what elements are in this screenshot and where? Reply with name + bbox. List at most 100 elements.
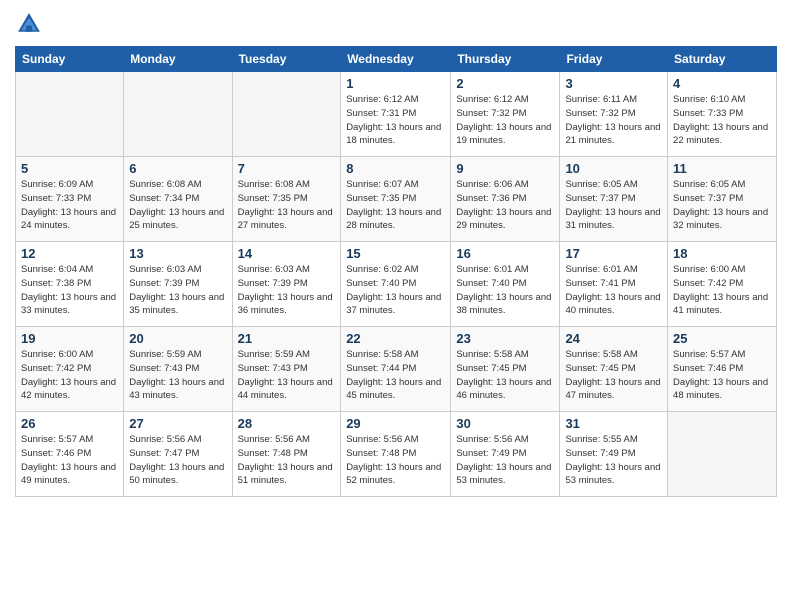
calendar-cell: 28 Sunrise: 5:56 AM Sunset: 7:48 PM Dayli… [232,412,341,497]
calendar-cell: 30Sunrise: 5:56 AM Sunset: 7:49 PM Dayli… [451,412,560,497]
calendar-cell: 2 Sunrise: 6:12 AM Sunset: 7:32 PM Daylig… [451,72,560,157]
calendar-cell: 25 Sunrise: 5:57 AM Sunset: 7:46 PM Dayli… [668,327,777,412]
col-header-sunday: Sunday [16,47,124,72]
col-header-tuesday: Tuesday [232,47,341,72]
day-info: Sunrise: 5:59 AM Sunset: 7:43 PM Dayligh… [129,348,226,403]
logo [15,10,47,38]
day-info: Sunrise: 5:56 AM Sunset: 7:48 PM Dayligh… [346,433,445,488]
calendar-cell: 24 Sunrise: 5:58 AM Sunset: 7:45 PM Dayli… [560,327,668,412]
day-info: Sunrise: 5:56 AM Sunset: 7:49 PM Dayligh… [456,433,554,488]
calendar-week-row: 26 Sunrise: 5:57 AM Sunset: 7:46 PM Dayli… [16,412,777,497]
calendar-header-row: SundayMondayTuesdayWednesdayThursdayFrid… [16,47,777,72]
day-info: Sunrise: 6:09 AM Sunset: 7:33 PM Dayligh… [21,178,118,233]
day-number: 7 [238,161,336,176]
day-number: 22 [346,331,445,346]
calendar-cell: 18 Sunrise: 6:00 AM Sunset: 7:42 PM Dayli… [668,242,777,327]
col-header-saturday: Saturday [668,47,777,72]
calendar-cell: 31Sunrise: 5:55 AM Sunset: 7:49 PM Dayli… [560,412,668,497]
day-number: 26 [21,416,118,431]
calendar-week-row: 12 Sunrise: 6:04 AM Sunset: 7:38 PM Dayli… [16,242,777,327]
col-header-friday: Friday [560,47,668,72]
calendar-cell: 27Sunrise: 5:56 AM Sunset: 7:47 PM Dayli… [124,412,232,497]
day-info: Sunrise: 6:00 AM Sunset: 7:42 PM Dayligh… [21,348,118,403]
day-number: 28 [238,416,336,431]
calendar-cell: 10Sunrise: 6:05 AM Sunset: 7:37 PM Dayli… [560,157,668,242]
day-info: Sunrise: 6:04 AM Sunset: 7:38 PM Dayligh… [21,263,118,318]
calendar-cell: 5 Sunrise: 6:09 AM Sunset: 7:33 PM Daylig… [16,157,124,242]
calendar-cell: 1Sunrise: 6:12 AM Sunset: 7:31 PM Daylig… [341,72,451,157]
page-header [15,10,777,38]
day-number: 9 [456,161,554,176]
day-number: 19 [21,331,118,346]
col-header-thursday: Thursday [451,47,560,72]
day-number: 12 [21,246,118,261]
day-info: Sunrise: 6:08 AM Sunset: 7:35 PM Dayligh… [238,178,336,233]
day-number: 31 [565,416,662,431]
calendar-cell: 4Sunrise: 6:10 AM Sunset: 7:33 PM Daylig… [668,72,777,157]
day-number: 11 [673,161,771,176]
calendar-cell: 26 Sunrise: 5:57 AM Sunset: 7:46 PM Dayli… [16,412,124,497]
calendar-week-row: 5 Sunrise: 6:09 AM Sunset: 7:33 PM Daylig… [16,157,777,242]
calendar-week-row: 1Sunrise: 6:12 AM Sunset: 7:31 PM Daylig… [16,72,777,157]
calendar-cell: 7 Sunrise: 6:08 AM Sunset: 7:35 PM Daylig… [232,157,341,242]
day-info: Sunrise: 5:58 AM Sunset: 7:45 PM Dayligh… [565,348,662,403]
day-number: 20 [129,331,226,346]
day-info: Sunrise: 5:58 AM Sunset: 7:45 PM Dayligh… [456,348,554,403]
calendar-cell: 9 Sunrise: 6:06 AM Sunset: 7:36 PM Daylig… [451,157,560,242]
day-number: 21 [238,331,336,346]
calendar-cell: 22 Sunrise: 5:58 AM Sunset: 7:44 PM Dayli… [341,327,451,412]
calendar-cell: 14Sunrise: 6:03 AM Sunset: 7:39 PM Dayli… [232,242,341,327]
day-number: 2 [456,76,554,91]
day-info: Sunrise: 6:01 AM Sunset: 7:41 PM Dayligh… [565,263,662,318]
day-info: Sunrise: 5:56 AM Sunset: 7:47 PM Dayligh… [129,433,226,488]
calendar-cell: 3 Sunrise: 6:11 AM Sunset: 7:32 PM Daylig… [560,72,668,157]
day-number: 5 [21,161,118,176]
col-header-monday: Monday [124,47,232,72]
day-info: Sunrise: 6:01 AM Sunset: 7:40 PM Dayligh… [456,263,554,318]
day-info: Sunrise: 6:12 AM Sunset: 7:32 PM Dayligh… [456,93,554,148]
day-info: Sunrise: 6:11 AM Sunset: 7:32 PM Dayligh… [565,93,662,148]
calendar-cell: 21Sunrise: 5:59 AM Sunset: 7:43 PM Dayli… [232,327,341,412]
calendar-cell [668,412,777,497]
calendar-cell: 15Sunrise: 6:02 AM Sunset: 7:40 PM Dayli… [341,242,451,327]
calendar-cell: 19 Sunrise: 6:00 AM Sunset: 7:42 PM Dayli… [16,327,124,412]
day-number: 13 [129,246,226,261]
day-info: Sunrise: 6:05 AM Sunset: 7:37 PM Dayligh… [673,178,771,233]
day-info: Sunrise: 6:10 AM Sunset: 7:33 PM Dayligh… [673,93,771,148]
calendar-cell: 13Sunrise: 6:03 AM Sunset: 7:39 PM Dayli… [124,242,232,327]
day-info: Sunrise: 5:56 AM Sunset: 7:48 PM Dayligh… [238,433,336,488]
calendar-week-row: 19 Sunrise: 6:00 AM Sunset: 7:42 PM Dayli… [16,327,777,412]
day-number: 16 [456,246,554,261]
calendar-cell [124,72,232,157]
calendar-cell: 16 Sunrise: 6:01 AM Sunset: 7:40 PM Dayli… [451,242,560,327]
col-header-wednesday: Wednesday [341,47,451,72]
day-number: 25 [673,331,771,346]
day-number: 6 [129,161,226,176]
day-number: 29 [346,416,445,431]
logo-icon [15,10,43,38]
day-number: 17 [565,246,662,261]
day-number: 1 [346,76,445,91]
day-number: 8 [346,161,445,176]
calendar-cell: 8 Sunrise: 6:07 AM Sunset: 7:35 PM Daylig… [341,157,451,242]
day-number: 14 [238,246,336,261]
calendar-cell [16,72,124,157]
calendar-cell: 12 Sunrise: 6:04 AM Sunset: 7:38 PM Dayli… [16,242,124,327]
day-number: 3 [565,76,662,91]
day-number: 15 [346,246,445,261]
day-info: Sunrise: 6:05 AM Sunset: 7:37 PM Dayligh… [565,178,662,233]
day-info: Sunrise: 5:58 AM Sunset: 7:44 PM Dayligh… [346,348,445,403]
day-info: Sunrise: 5:57 AM Sunset: 7:46 PM Dayligh… [21,433,118,488]
day-info: Sunrise: 6:00 AM Sunset: 7:42 PM Dayligh… [673,263,771,318]
day-number: 18 [673,246,771,261]
day-info: Sunrise: 6:06 AM Sunset: 7:36 PM Dayligh… [456,178,554,233]
day-number: 23 [456,331,554,346]
day-info: Sunrise: 5:57 AM Sunset: 7:46 PM Dayligh… [673,348,771,403]
day-info: Sunrise: 6:08 AM Sunset: 7:34 PM Dayligh… [129,178,226,233]
calendar-cell: 23 Sunrise: 5:58 AM Sunset: 7:45 PM Dayli… [451,327,560,412]
calendar-cell: 29 Sunrise: 5:56 AM Sunset: 7:48 PM Dayli… [341,412,451,497]
day-number: 24 [565,331,662,346]
day-info: Sunrise: 6:07 AM Sunset: 7:35 PM Dayligh… [346,178,445,233]
calendar-cell: 11 Sunrise: 6:05 AM Sunset: 7:37 PM Dayli… [668,157,777,242]
calendar-cell: 17 Sunrise: 6:01 AM Sunset: 7:41 PM Dayli… [560,242,668,327]
